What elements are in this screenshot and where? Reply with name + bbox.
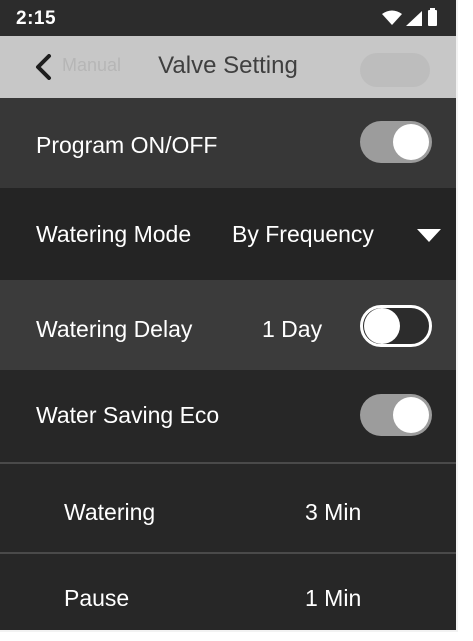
toggle-knob	[393, 124, 429, 160]
status-icons	[382, 8, 442, 26]
pause-value[interactable]: 1 Min	[305, 585, 361, 612]
watering-value[interactable]: 3 Min	[305, 499, 361, 526]
pause-row[interactable]: Pause 1 Min	[0, 552, 456, 630]
watering-mode-row[interactable]: Watering Mode By Frequency	[0, 188, 456, 280]
wifi-icon	[382, 10, 402, 25]
watering-delay-toggle[interactable]	[360, 305, 432, 347]
status-time: 2:15	[16, 8, 57, 29]
triangle-down-icon[interactable]	[417, 229, 441, 242]
watering-delay-row: Watering Delay 1 Day	[0, 280, 456, 370]
signal-icon	[406, 11, 422, 26]
app-header: Manual Valve Setting	[0, 36, 456, 98]
water-saving-eco-row: Water Saving Eco	[0, 370, 456, 462]
pause-label: Pause	[64, 585, 130, 611]
program-toggle[interactable]	[360, 121, 432, 163]
watering-delay-value[interactable]: 1 Day	[262, 316, 322, 343]
page-title: Valve Setting	[158, 52, 298, 79]
watering-delay-label: Watering Delay	[36, 316, 193, 342]
watering-mode-label: Watering Mode	[36, 221, 192, 247]
water-saving-eco-label: Water Saving Eco	[36, 402, 220, 428]
toggle-knob	[393, 397, 429, 433]
phone-screen: 2:15 Manual Valve Setting Program ON/OFF…	[0, 0, 458, 632]
water-saving-eco-toggle[interactable]	[360, 394, 432, 436]
battery-icon	[428, 8, 437, 26]
program-row: Program ON/OFF	[0, 98, 456, 188]
watering-row[interactable]: Watering 3 Min	[0, 462, 456, 552]
watering-label: Watering	[64, 499, 156, 525]
status-bar: 2:15	[0, 0, 456, 36]
program-label: Program ON/OFF	[36, 132, 218, 158]
toggle-knob	[364, 308, 400, 344]
watering-mode-value[interactable]: By Frequency	[232, 221, 374, 248]
